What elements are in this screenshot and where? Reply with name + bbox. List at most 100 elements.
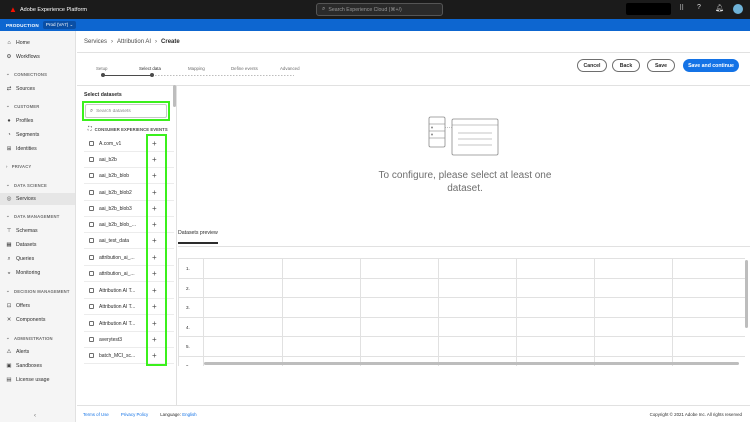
nav-workflows[interactable]: ⚙ Workflows	[0, 51, 75, 63]
dataset-name: attribution_ai_...	[99, 270, 135, 277]
nav-sources-label: Sources	[16, 86, 36, 92]
app-title[interactable]: Adobe Experience Platform	[20, 7, 87, 13]
dataset-name: aai_b2b_blob	[99, 172, 130, 179]
nav-section-privacy[interactable]: › PRIVACY	[0, 164, 75, 169]
nav-sandboxes[interactable]: ▣ Sandboxes	[0, 360, 75, 372]
chevron-down-icon: ⌄	[6, 335, 10, 340]
row-number: 3.	[186, 305, 190, 310]
nav-offers[interactable]: ⊡ Offers	[0, 300, 75, 312]
table-row: 1.	[179, 259, 745, 279]
empty-state-illustration	[428, 116, 499, 156]
breadcrumb-services[interactable]: Services	[84, 39, 107, 45]
nav-section-administration-label: ADMINISTRATION	[13, 335, 53, 341]
nav-section-connections[interactable]: ⌄ CONNECTIONS	[0, 71, 75, 77]
avatar[interactable]	[733, 4, 743, 14]
step-setup[interactable]: Setup	[96, 66, 107, 71]
dataset-name: averytest3	[99, 336, 123, 343]
global-search[interactable]: ⌕ Search Experience Cloud (⌘+/)	[316, 3, 443, 16]
nav-sources[interactable]: ⇄ Sources	[0, 83, 75, 95]
nav-section-data-science[interactable]: ⌄ DATA SCIENCE	[0, 182, 75, 188]
adobe-logo-icon[interactable]: ▲	[9, 6, 17, 14]
chevron-right-icon: ›	[6, 164, 8, 169]
dataset-name: aai_b2b	[99, 156, 117, 163]
nav-license-usage[interactable]: ▤ License usage	[0, 374, 75, 386]
environment-label: PRODUCTION	[6, 22, 39, 28]
org-switcher[interactable]	[626, 3, 671, 15]
nav-components[interactable]: ✕ Components	[0, 314, 75, 326]
dataset-name: aai_b2b_blob2	[99, 189, 132, 196]
user-icon: ●	[7, 118, 11, 124]
checkbox[interactable]	[89, 353, 94, 358]
nav-home[interactable]: ⌂ Home	[0, 37, 75, 49]
app-grid-icon[interactable]: ⠿	[679, 4, 684, 12]
components-icon: ✕	[6, 317, 12, 323]
nav-services[interactable]: ◎ Services	[0, 193, 75, 205]
cancel-button[interactable]: Cancel	[577, 59, 607, 72]
breadcrumb-attribution-ai[interactable]: Attribution AI	[117, 39, 151, 45]
checkbox[interactable]	[89, 206, 94, 211]
language-value: English	[182, 411, 197, 417]
nav-monitoring[interactable]: ◒ Monitoring	[0, 267, 75, 279]
nav-queries[interactable]: ⌕ Queries	[0, 253, 75, 265]
chevron-down-icon: ⌄	[6, 288, 10, 293]
save-button[interactable]: Save	[647, 59, 675, 72]
collapse-nav-chevron-icon[interactable]: ‹	[34, 413, 36, 419]
language-selector[interactable]: Language: English	[160, 412, 196, 417]
step-mapping[interactable]: Mapping	[188, 66, 205, 71]
nav-section-customer[interactable]: ⌄ CUSTOMER	[0, 103, 75, 109]
nav-alerts[interactable]: ⚠ Alerts	[0, 346, 75, 358]
checkbox[interactable]	[89, 238, 94, 243]
checkbox[interactable]	[89, 190, 94, 195]
nav-profiles[interactable]: ● Profiles	[0, 115, 75, 127]
preview-horizontal-scrollbar[interactable]	[204, 362, 739, 365]
sandbox-bar: PRODUCTION Prod (VA7) ⌄	[0, 19, 750, 31]
nav-schemas[interactable]: ⊤ Schemas	[0, 225, 75, 237]
checkbox[interactable]	[89, 141, 94, 146]
step-select-data[interactable]: Select data	[139, 66, 161, 71]
dataset-name: aai_b2b_blob_...	[99, 221, 136, 228]
nav-monitoring-label: Monitoring	[16, 270, 41, 276]
preview-vertical-scrollbar[interactable]	[745, 260, 748, 328]
sandbox-switcher[interactable]: Prod (VA7) ⌄	[42, 21, 77, 29]
checkbox[interactable]	[89, 321, 94, 326]
dataset-name: attribution_ai_...	[99, 254, 135, 261]
breadcrumb-separator: ›	[111, 39, 114, 45]
dataset-group-header: ⛶ CONSUMER EXPERIENCE EVENTS	[88, 126, 168, 132]
row-number: 1.	[186, 266, 190, 271]
nav-section-data-management[interactable]: ⌄ DATA MANAGEMENT	[0, 213, 75, 219]
nav-segments[interactable]: ◔ Segments	[0, 129, 75, 141]
tab-datasets-preview[interactable]: Datasets preview	[178, 230, 218, 244]
empty-state-line-1: To configure, please select at least one	[378, 170, 552, 181]
checkbox[interactable]	[89, 288, 94, 293]
checkbox[interactable]	[89, 337, 94, 342]
column-divider	[203, 259, 204, 366]
checkbox[interactable]	[89, 271, 94, 276]
checkbox[interactable]	[89, 304, 94, 309]
row-number: 5.	[186, 344, 190, 349]
help-icon[interactable]: ?	[697, 4, 701, 11]
row-number: 2.	[186, 285, 190, 291]
checkbox[interactable]	[89, 173, 94, 178]
nav-datasets[interactable]: ▦ Datasets	[0, 239, 75, 251]
step-define-events[interactable]: Define events	[231, 66, 258, 71]
checkbox[interactable]	[89, 157, 94, 162]
nav-identities[interactable]: ⊞ Identities	[0, 143, 75, 155]
select-datasets-title: Select datasets	[84, 92, 122, 98]
nav-section-administration[interactable]: ⌄ ADMINISTRATION	[0, 335, 75, 341]
segments-icon: ◔	[7, 132, 11, 138]
checkbox[interactable]	[89, 222, 94, 227]
step-advanced[interactable]: Advanced	[280, 66, 300, 71]
dataset-group-label: CONSUMER EXPERIENCE EVENTS	[94, 126, 168, 132]
back-button[interactable]: Back	[612, 59, 640, 72]
bell-icon[interactable]: 🔔︎	[715, 4, 724, 12]
top-bar: ▲ Adobe Experience Platform ⌕ Search Exp…	[0, 0, 750, 19]
table-row: 2.	[179, 279, 745, 298]
checkbox[interactable]	[89, 255, 94, 260]
dataset-list-scrollbar[interactable]	[173, 85, 176, 107]
nav-section-decision-management[interactable]: ⌄ DECISION MANAGEMENT	[0, 288, 75, 294]
terms-of-use-link[interactable]: Terms of Use	[83, 412, 109, 417]
chevron-down-icon: ⌄	[6, 213, 10, 218]
column-divider	[438, 259, 439, 366]
save-and-continue-button[interactable]: Save and continue	[683, 59, 739, 72]
privacy-policy-link[interactable]: Privacy Policy	[121, 412, 148, 417]
